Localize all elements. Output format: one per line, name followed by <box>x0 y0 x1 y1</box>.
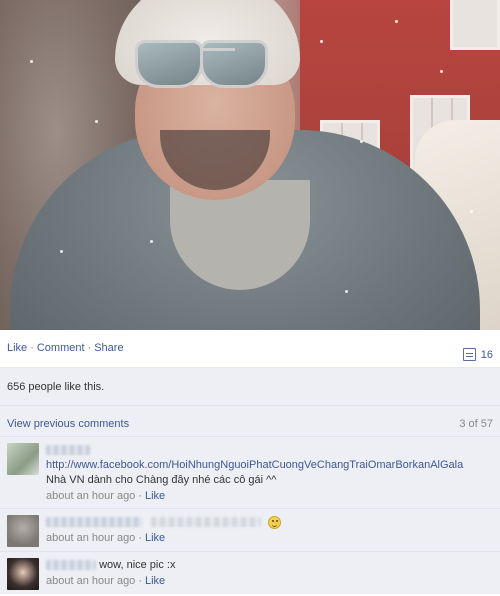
comments-section: 656 people like this. View previous comm… <box>0 368 500 594</box>
smile-icon <box>268 515 282 529</box>
separator: · <box>30 342 34 354</box>
comment-text: Nhà VN dành cho Chàng đây nhé các cô gái… <box>46 474 277 486</box>
separator: · <box>138 575 142 587</box>
comment-like-link[interactable]: Like <box>145 490 165 502</box>
comment-text: wow, nice pic :x <box>99 559 176 571</box>
share-count[interactable]: 16 <box>462 342 493 367</box>
share-link[interactable]: Share <box>94 342 123 354</box>
commenter-name-blurred[interactable] <box>46 560 96 571</box>
previous-comments-row: View previous comments 3 of 57 <box>0 406 500 437</box>
sunglasses-left-lens <box>135 40 203 88</box>
comment-link-url[interactable]: http://www.facebook.com/HoiNhungNguoiPha… <box>46 459 463 471</box>
commenter-name-blurred[interactable] <box>46 517 142 528</box>
comment-counter: 3 of 57 <box>459 418 493 430</box>
comment-time[interactable]: about an hour ago <box>46 490 135 502</box>
likes-summary: 656 people like this. <box>0 368 500 406</box>
avatar[interactable] <box>7 558 39 590</box>
comment-item: about an hour ago · Like <box>0 509 500 552</box>
like-link[interactable]: Like <box>7 342 27 354</box>
view-previous-comments-link[interactable]: View previous comments <box>7 418 129 436</box>
likes-count-text[interactable]: 656 people like this. <box>7 381 104 393</box>
share-count-value: 16 <box>480 348 493 361</box>
commenter-name-blurred[interactable] <box>46 445 90 456</box>
comment-meta: about an hour ago · Like <box>46 489 493 504</box>
comment-meta: about an hour ago · Like <box>46 531 493 546</box>
separator: · <box>87 342 92 354</box>
shares-icon <box>462 348 476 361</box>
separator: · <box>138 490 142 502</box>
post-photo[interactable] <box>0 0 500 330</box>
avatar[interactable] <box>7 515 39 547</box>
comment-like-link[interactable]: Like <box>145 532 165 544</box>
comment-time[interactable]: about an hour ago <box>46 532 135 544</box>
comment-time[interactable]: about an hour ago <box>46 575 135 587</box>
comment-item: http://www.facebook.com/HoiNhungNguoiPha… <box>0 437 500 509</box>
post-actions-bar: Like · Comment · Share 16 <box>0 330 500 368</box>
comment-like-link[interactable]: Like <box>145 575 165 587</box>
sunglasses-bridge <box>200 48 235 51</box>
comment-item: wow, nice pic :x about an hour ago · Like <box>0 552 500 594</box>
avatar[interactable] <box>7 443 39 475</box>
comment-text-blurred <box>151 517 262 528</box>
comment-link[interactable]: Comment <box>37 342 85 354</box>
separator: · <box>138 532 142 544</box>
comment-meta: about an hour ago · Like <box>46 574 493 589</box>
